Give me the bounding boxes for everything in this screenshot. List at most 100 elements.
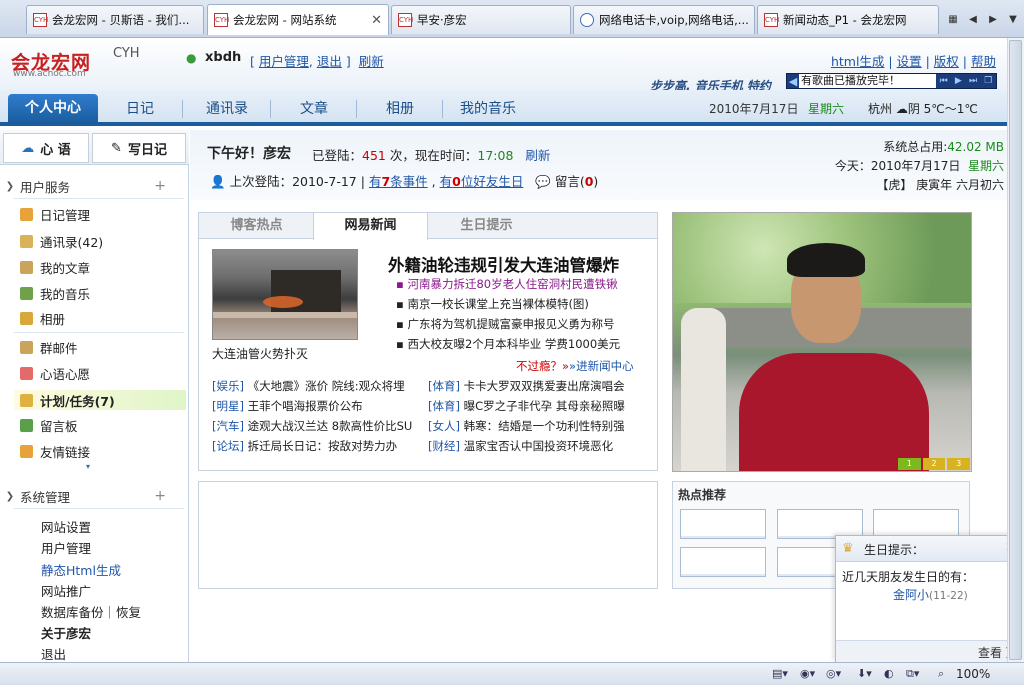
user-services-header[interactable]: ❯ 用户服务 + bbox=[0, 174, 188, 198]
browser-tab[interactable]: CYH 早安·彦宏 bbox=[391, 5, 571, 34]
refresh-time-link[interactable]: 刷新 bbox=[525, 148, 550, 163]
settings-link[interactable]: 设置 bbox=[897, 54, 922, 69]
news-category-item[interactable]: [明星] 王菲个唱海报票价公布 bbox=[212, 398, 363, 414]
news-category-item[interactable]: [财经] 温家宝否认中国投资环境恶化 bbox=[428, 438, 613, 454]
compat-icon[interactable]: ◎▾ bbox=[826, 667, 841, 680]
nav-divider bbox=[270, 100, 271, 118]
sidebar-item-music[interactable]: 我的音乐 bbox=[20, 283, 90, 303]
news-category-item[interactable]: [体育] 曝C罗之子非代孕 其母亲秘照曝 bbox=[428, 398, 625, 414]
nav-personal-center[interactable]: 个人中心 bbox=[8, 94, 98, 124]
photo-page-3[interactable]: 3 bbox=[947, 458, 971, 470]
news-line[interactable]: ▪ 西大校友曝2个月本科毕业 学费1000美元 bbox=[396, 336, 620, 352]
speed-icon[interactable]: ◐ bbox=[884, 667, 894, 680]
sys-site-settings[interactable]: 网站设置 bbox=[41, 517, 91, 536]
html-generate-link[interactable]: html生成 bbox=[831, 54, 884, 69]
news-category-item[interactable]: [论坛] 拆迁局长日记：按敌对势力办 bbox=[212, 438, 397, 454]
browser-tab-active[interactable]: CYH 会龙宏网 - 网站系统 ✕ bbox=[207, 4, 389, 35]
window-icon[interactable]: ❐ bbox=[984, 76, 992, 86]
news-line[interactable]: ▪ 河南暴力拆迁80岁老人住窑洞村民遭铁锹 bbox=[396, 276, 618, 292]
nav-contacts[interactable]: 通讯录 bbox=[192, 96, 262, 124]
hot-recommend-title: 热点推荐 bbox=[678, 488, 727, 502]
write-diary-button[interactable]: ✎ 写日记 bbox=[92, 133, 186, 163]
sys-about[interactable]: 关于彦宏 bbox=[41, 623, 91, 642]
expand-icon[interactable]: ▾ bbox=[86, 462, 90, 471]
system-manage-header[interactable]: ❯ 系统管理 + bbox=[0, 484, 188, 508]
security-icon[interactable]: ◉▾ bbox=[800, 667, 815, 680]
sys-user-manage[interactable]: 用户管理 bbox=[41, 538, 91, 557]
news-line[interactable]: ▪ 广东将为驾机提贼富豪申报见义勇为称号 bbox=[396, 316, 614, 332]
network-icon[interactable]: ▤▾ bbox=[772, 667, 788, 680]
nav-album[interactable]: 相册 bbox=[368, 96, 432, 124]
sidebar-item-contacts[interactable]: 通讯录(42) bbox=[20, 231, 103, 251]
message-count-link[interactable]: 留言(0) bbox=[555, 174, 598, 189]
nav-articles[interactable]: 文章 bbox=[282, 96, 346, 124]
refresh-link[interactable]: 刷新 bbox=[359, 54, 384, 69]
contacts-icon bbox=[20, 234, 33, 248]
tab-list-icon[interactable]: ▦ bbox=[944, 7, 962, 31]
tab-birthday[interactable]: 生日提示 bbox=[429, 213, 544, 239]
sys-exit[interactable]: 退出 bbox=[41, 644, 66, 663]
photo-page-1[interactable]: 1 bbox=[898, 458, 921, 470]
prev-icon[interactable]: ⏮ bbox=[940, 76, 948, 86]
nav-diary[interactable]: 日记 bbox=[108, 96, 172, 124]
nav-music[interactable]: 我的音乐 bbox=[452, 96, 524, 124]
scrollbar-thumb[interactable] bbox=[1009, 40, 1022, 660]
sys-static-html[interactable]: 静态Html生成 bbox=[41, 560, 121, 579]
more-link[interactable]: 不过瘾？» bbox=[516, 359, 569, 373]
zoom-level[interactable]: 100% bbox=[956, 667, 990, 681]
user-manage-link[interactable]: 用户管理 bbox=[259, 54, 309, 69]
browser-tab[interactable]: 网络电话卡,voip,网络电话,... bbox=[573, 5, 755, 34]
scroll-right-icon[interactable]: ▶ bbox=[984, 7, 1002, 31]
events-link[interactable]: 有7条事件 bbox=[369, 174, 428, 189]
copyright-link[interactable]: 版权 bbox=[934, 54, 959, 69]
scroll-left-icon[interactable]: ◀ bbox=[964, 7, 982, 31]
hot-cell[interactable] bbox=[680, 509, 766, 539]
news-center-link[interactable]: »进新闻中心 bbox=[569, 359, 634, 373]
browser-tab[interactable]: CYH 会龙宏网 - 贝斯语 - 我们... bbox=[26, 5, 204, 34]
sidebar-item-album[interactable]: 相册 bbox=[20, 308, 65, 328]
hot-cell[interactable] bbox=[680, 547, 766, 577]
sys-promotion[interactable]: 网站推广 bbox=[41, 581, 91, 600]
tab-netease-news[interactable]: 网易新闻 bbox=[313, 213, 428, 240]
news-category-item[interactable]: [体育] 卡卡大罗双双携爱妻出席演唱会 bbox=[428, 378, 625, 394]
logout-link[interactable]: 退出 bbox=[317, 54, 342, 69]
news-image[interactable] bbox=[212, 249, 358, 340]
profile-photo[interactable] bbox=[672, 212, 972, 472]
chevron-down-icon[interactable]: ▼ bbox=[1004, 7, 1022, 31]
next-icon[interactable]: ⏭ bbox=[969, 76, 977, 86]
birthday-link[interactable]: 有0位好友生日 bbox=[440, 174, 524, 189]
news-more: 不过瘾？»»进新闻中心 bbox=[516, 358, 634, 374]
nav-divider bbox=[182, 100, 183, 118]
cake-icon: ♛ bbox=[842, 541, 854, 556]
sidebar-item-friend-links[interactable]: 友情链接 bbox=[20, 441, 90, 461]
news-category-item[interactable]: [女人] 韩寒：结婚是一个功利性特别强 bbox=[428, 418, 625, 434]
mood-button[interactable]: ☁ 心 语 bbox=[3, 133, 89, 163]
photo-page-2[interactable]: 2 bbox=[922, 458, 946, 470]
news-image-caption[interactable]: 大连油管火势扑灭 bbox=[212, 345, 308, 362]
download-icon[interactable]: ⬇▾ bbox=[857, 667, 872, 680]
news-line[interactable]: ▪ 南京一校长课堂上充当裸体模特(图) bbox=[396, 296, 589, 312]
birthday-friend[interactable]: 金阿小(11-22) bbox=[893, 586, 968, 603]
news-category-item[interactable]: [娱乐] 《大地震》涨价 院线:观众将埋 bbox=[212, 378, 405, 394]
sidebar-item-diary-manage[interactable]: 日记管理 bbox=[20, 204, 90, 224]
sidebar-item-messages[interactable]: 留言板 bbox=[20, 415, 78, 435]
zoom-icon[interactable]: ⌕ bbox=[938, 667, 944, 681]
sidebar-item-wishes[interactable]: 心语心愿 bbox=[20, 363, 90, 383]
tab-blog-hot[interactable]: 博客热点 bbox=[199, 213, 314, 239]
plus-icon[interactable]: + bbox=[154, 178, 166, 194]
browser-tab[interactable]: CYH 新闻动态_P1 - 会龙宏网 bbox=[757, 5, 939, 34]
news-category-item[interactable]: [汽车] 途观大战汉兰达 8款高性价比SU bbox=[212, 418, 412, 434]
globe-icon bbox=[580, 13, 594, 27]
close-tab-icon[interactable]: ✕ bbox=[371, 13, 382, 28]
sys-db-backup[interactable]: 数据库备份｜恢复 bbox=[41, 602, 141, 621]
news-headline[interactable]: 外籍油轮违规引发大连油管爆炸 bbox=[388, 252, 619, 276]
sidebar-item-articles[interactable]: 我的文章 bbox=[20, 257, 90, 277]
sidebar-item-group-mail[interactable]: 群邮件 bbox=[20, 337, 78, 357]
popup-icon[interactable]: ⧉▾ bbox=[906, 667, 919, 681]
help-link[interactable]: 帮助 bbox=[971, 54, 996, 69]
sidebar-item-tasks[interactable]: 计划/任务(7) bbox=[14, 390, 186, 410]
plus-icon[interactable]: + bbox=[154, 488, 166, 504]
wish-icon bbox=[20, 366, 33, 380]
play-icon[interactable]: ▶ bbox=[955, 76, 962, 86]
login-info: 已登陆：451 次，现在时间：17:08 刷新 bbox=[312, 148, 551, 163]
